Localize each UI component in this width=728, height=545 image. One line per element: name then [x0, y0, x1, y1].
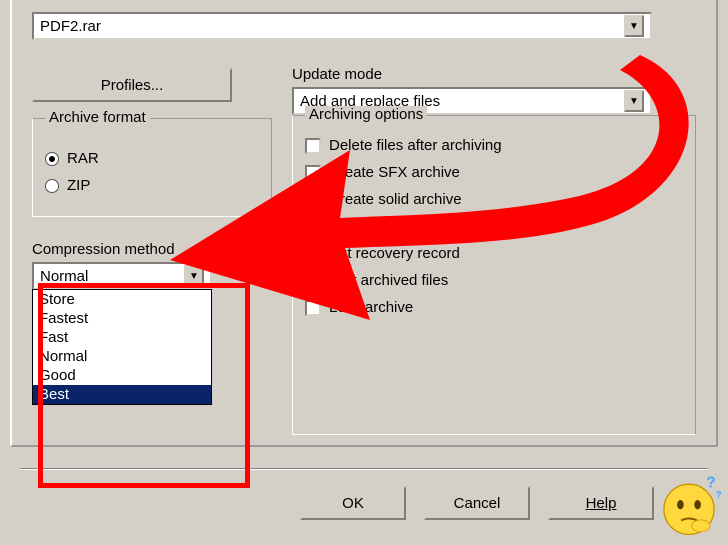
check-label: Create SFX archive — [329, 164, 460, 181]
ok-button[interactable]: OK — [300, 486, 406, 520]
check-test[interactable]: Test archived files — [305, 272, 683, 289]
archive-name-value: PDF2.rar — [40, 18, 101, 35]
dropdown-item-fast[interactable]: Fast — [33, 328, 211, 347]
compression-selected: Normal — [40, 268, 88, 285]
update-mode-dropdown-button[interactable]: ▼ — [624, 90, 644, 112]
checkbox-icon — [305, 300, 321, 316]
check-label: Put recovery record — [329, 245, 460, 262]
compression-method-combo[interactable]: Normal ▼ — [32, 262, 212, 290]
radio-label: ZIP — [67, 177, 90, 194]
compression-method-group: Compression method Normal ▼ Store Fastes… — [32, 241, 272, 405]
archive-format-legend: Archive format — [45, 109, 150, 126]
dropdown-item-store[interactable]: Store — [33, 290, 211, 309]
archiving-options-group: Archiving options Delete files after arc… — [292, 115, 696, 435]
dialog-panel: Archive name PDF2.rar ▼ Profiles... Arch… — [10, 0, 718, 447]
checkbox-icon — [305, 165, 321, 181]
dropdown-item-fastest[interactable]: Fastest — [33, 309, 211, 328]
divider — [20, 468, 708, 470]
archive-name-input[interactable]: PDF2.rar ▼ — [32, 12, 652, 40]
dropdown-item-normal[interactable]: Normal — [33, 347, 211, 366]
checkbox-icon — [305, 192, 321, 208]
compression-method-label: Compression method — [32, 241, 272, 258]
archiving-options-legend: Archiving options — [305, 106, 427, 123]
dropdown-item-good[interactable]: Good — [33, 366, 211, 385]
help-button[interactable]: Help — [548, 486, 654, 520]
radio-icon — [45, 152, 59, 166]
check-label: Delete files after archiving — [329, 137, 502, 154]
archive-format-group: Archive format RAR ZIP — [32, 118, 272, 217]
radio-icon — [45, 179, 59, 193]
check-sfx[interactable]: Create SFX archive — [305, 164, 683, 181]
radio-zip[interactable]: ZIP — [45, 177, 259, 194]
compression-dropdown-button[interactable]: ▼ — [184, 265, 204, 287]
checkbox-icon — [305, 273, 321, 289]
radio-label: RAR — [67, 150, 99, 167]
check-label: Put authenticity verification — [329, 218, 507, 235]
thinking-emoji-icon: ? ? — [656, 473, 722, 539]
svg-text:?: ? — [715, 489, 721, 501]
compression-dropdown-list: Store Fastest Fast Normal Good Best — [32, 289, 212, 405]
checkbox-icon — [305, 138, 321, 154]
checkbox-icon — [305, 246, 321, 262]
radio-rar[interactable]: RAR — [45, 150, 259, 167]
check-label: Lock archive — [329, 299, 413, 316]
check-label: Test archived files — [329, 272, 448, 289]
check-label: Create solid archive — [329, 191, 462, 208]
dropdown-item-best[interactable]: Best — [33, 385, 211, 404]
check-authenticity[interactable]: Put authenticity verification — [305, 218, 683, 235]
svg-text:?: ? — [706, 475, 716, 492]
archive-name-dropdown-button[interactable]: ▼ — [624, 15, 644, 37]
check-lock[interactable]: Lock archive — [305, 299, 683, 316]
check-recovery[interactable]: Put recovery record — [305, 245, 683, 262]
profiles-button[interactable]: Profiles... — [32, 68, 232, 102]
checkbox-icon — [305, 219, 321, 235]
cancel-button[interactable]: Cancel — [424, 486, 530, 520]
dialog-button-bar: OK Cancel Help — [300, 486, 654, 520]
update-mode-label: Update mode — [292, 66, 696, 83]
check-delete-files[interactable]: Delete files after archiving — [305, 137, 683, 154]
check-solid[interactable]: Create solid archive — [305, 191, 683, 208]
